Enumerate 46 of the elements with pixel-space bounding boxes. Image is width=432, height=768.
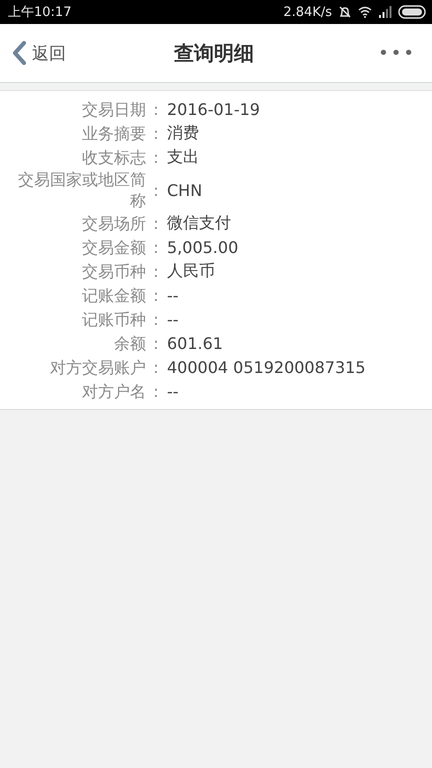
colon: : [152, 334, 160, 352]
wifi-icon [358, 6, 372, 18]
field-value: -- [166, 382, 180, 400]
field-value: 5,005.00 [166, 238, 240, 256]
field-label: 收支标志 [81, 146, 146, 168]
field-label: 交易金额 [81, 236, 146, 258]
field-value: 400004 0519200087315 [166, 358, 366, 376]
field-label: 业务摘要 [81, 122, 146, 144]
field-label: 余额 [113, 332, 146, 354]
colon: : [152, 310, 160, 328]
colon: : [152, 124, 160, 142]
field-label: 记账金额 [81, 284, 146, 306]
field-value: 微信支付 [166, 212, 232, 234]
field-label: 交易场所 [81, 212, 146, 234]
signal-icon [378, 6, 392, 18]
field-value: 601.61 [166, 334, 224, 352]
field-value: -- [166, 310, 180, 328]
colon: : [152, 148, 160, 166]
colon: : [152, 286, 160, 304]
page-title: 查询明细 [174, 40, 254, 66]
field-value: 消费 [166, 122, 200, 144]
field-value: CHN [166, 180, 204, 200]
field-value: 人民币 [166, 260, 216, 282]
field-label: 交易币种 [81, 260, 146, 282]
chevron-left-icon [12, 41, 26, 65]
battery-icon [398, 5, 426, 19]
colon: : [152, 262, 160, 280]
colon: : [152, 358, 160, 376]
colon: : [152, 180, 160, 200]
colon: : [152, 382, 160, 400]
field-value: 支出 [166, 146, 200, 168]
field-value: -- [166, 286, 180, 304]
colon: : [152, 100, 160, 118]
field-label: 交易日期 [81, 98, 146, 120]
network-speed: 2.84K/s [283, 4, 332, 20]
field-label: 交易国家或地区简称 [17, 169, 146, 211]
field-label: 对方交易账户 [49, 356, 146, 378]
clock: 上午10:17 [8, 4, 72, 21]
field-label: 对方户名 [81, 380, 146, 402]
more-button[interactable]: ••• [340, 38, 420, 68]
alarm-off-icon [338, 5, 352, 19]
colon: : [152, 238, 160, 256]
field-value: 2016-01-19 [166, 100, 261, 118]
colon: : [152, 214, 160, 232]
field-label: 记账币种 [81, 308, 146, 330]
back-button[interactable]: 返回 [8, 37, 88, 69]
